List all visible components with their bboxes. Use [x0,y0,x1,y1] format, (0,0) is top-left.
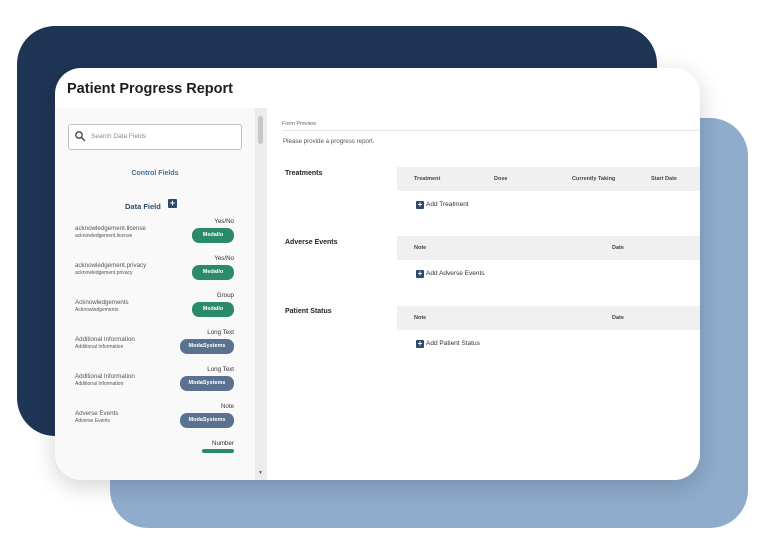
column-header: Start Date [651,176,677,182]
field-type: Long Text [207,366,234,373]
source-badge: Medallo [192,265,234,280]
field-name: Additional Information [75,373,135,380]
add-patient-status-label: Add Patient Status [426,340,480,347]
field-key: Additional Information [75,344,124,350]
data-field-item[interactable]: Note Adverse Events Adverse Events ModaS… [55,403,255,437]
report-window: Patient Progress Report Control Fields D… [55,68,700,480]
plus-icon: + [416,200,424,209]
data-field-item[interactable]: Long Text Additional Information Additio… [55,366,255,400]
column-header: Dose [494,176,508,182]
field-type: Group [216,292,234,299]
add-adverse-events-button[interactable]: + Add Adverse Events [416,270,485,278]
data-field-item[interactable]: Yes/No acknowledgement.privacy acknowled… [55,255,255,289]
field-name: acknowledgement.privacy [75,262,147,269]
data-fields-sidebar: Control Fields Data Field + Yes/No ackno… [55,108,255,480]
treatments-table-header: Treatment Dose Currently Taking Start Da… [397,167,700,191]
data-field-item[interactable]: Number [55,440,255,474]
form-preview-panel: Form Preview Please provide a progress r… [267,108,700,480]
section-title-adverse-events: Adverse Events [285,239,338,246]
add-patient-status-button[interactable]: + Add Patient Status [416,340,480,348]
page-title: Patient Progress Report [67,81,233,97]
field-type: Yes/No [214,255,234,262]
source-badge: ModaSystems [180,339,234,354]
field-type: Yes/No [214,218,234,225]
search-input[interactable] [91,129,231,144]
plus-icon: + [416,269,424,278]
field-type: Note [220,403,234,410]
add-data-field-icon[interactable]: + [168,199,177,208]
form-prompt: Please provide a progress report. [283,138,375,145]
scrollbar-thumb[interactable] [258,116,263,144]
field-type: Long Text [207,329,234,336]
field-name: Adverse Events [75,410,119,417]
scroll-down-icon[interactable]: ▼ [258,470,263,476]
form-preview-divider [282,130,700,131]
field-name: acknowledgement.license [75,225,146,232]
field-key: Additional Information [75,381,124,387]
section-title-patient-status: Patient Status [285,308,332,315]
column-header: Date [612,315,624,321]
control-fields-heading[interactable]: Control Fields [55,170,255,177]
field-name: Acknowledgements [75,299,129,306]
data-field-item[interactable]: Group Acknowledgements Acknowledgements … [55,292,255,326]
field-key: acknowledgement.privacy [75,270,133,276]
plus-icon: + [416,339,424,348]
add-treatment-label: Add Treatment [426,201,469,208]
add-treatment-button[interactable]: + Add Treatment [416,201,469,209]
field-type: Number [211,440,234,447]
source-badge: ModaSystems [180,413,234,428]
data-field-heading: Data Field [125,202,161,211]
column-header: Currently Taking [572,176,616,182]
form-preview-label: Form Preview [282,121,316,127]
search-box[interactable] [68,124,242,150]
source-badge [202,449,234,453]
column-header: Note [414,315,427,321]
column-header: Treatment [414,176,441,182]
section-title-treatments: Treatments [285,170,323,177]
source-badge: Medallo [192,302,234,317]
data-field-item[interactable]: Long Text Additional Information Additio… [55,329,255,363]
add-adverse-events-label: Add Adverse Events [426,270,485,277]
field-key: Acknowledgements [75,307,119,313]
field-key: Adverse Events [75,418,111,424]
source-badge: ModaSystems [180,376,234,391]
adverse-events-table-header: Note Date [397,236,700,260]
sidebar-scrollbar[interactable] [255,108,267,480]
source-badge: Medallo [192,228,234,243]
search-icon [75,131,86,142]
field-name: Additional Information [75,336,135,343]
field-key: acknowledgement.license [75,233,133,239]
column-header: Note [414,245,427,251]
column-header: Date [612,245,624,251]
data-field-item[interactable]: Yes/No acknowledgement.license acknowled… [55,218,255,252]
patient-status-table-header: Note Date [397,306,700,330]
